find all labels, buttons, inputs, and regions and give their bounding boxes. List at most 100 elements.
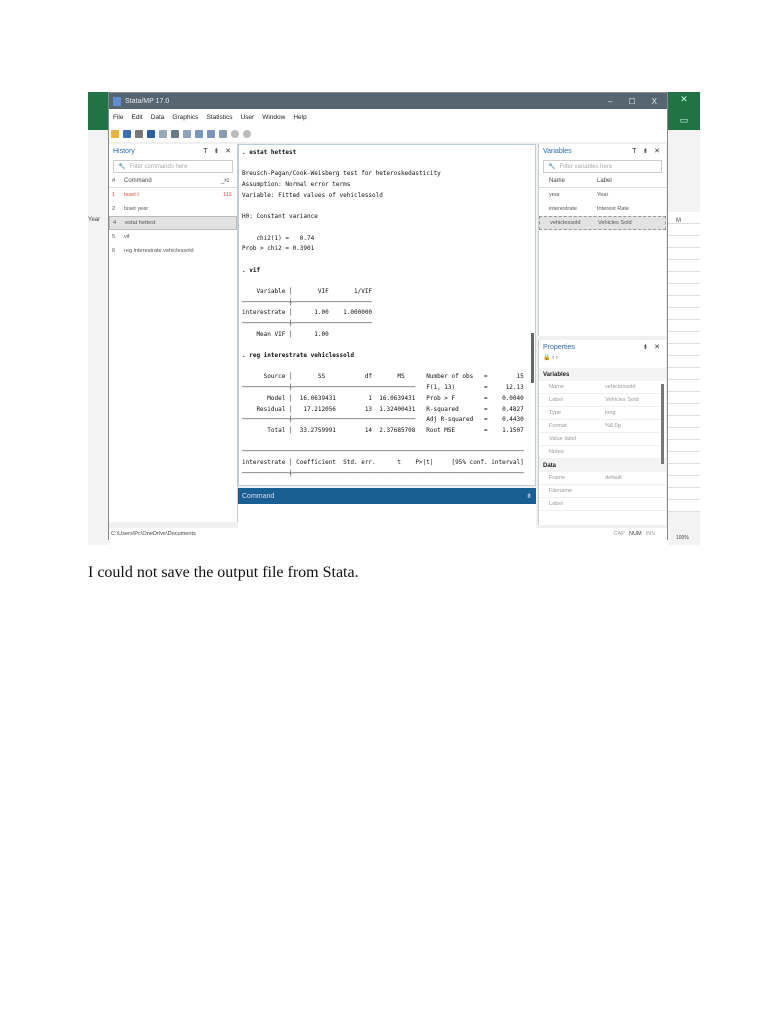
history-item-command: tsset year <box>124 206 149 212</box>
results-window: . estat hettest Breusch-Pagan/Cook-Weisbe… <box>238 144 536 486</box>
do-file-editor-icon[interactable] <box>183 130 191 138</box>
variable-name: interestrate <box>549 206 577 212</box>
history-item-number: 2 <box>112 206 116 212</box>
ins-indicator: INS <box>645 531 655 537</box>
pin-icon[interactable]: ⇟ <box>526 492 532 500</box>
num-indicator: NUM <box>628 531 642 537</box>
menu-file[interactable]: File <box>113 114 123 121</box>
log-icon[interactable] <box>147 130 155 138</box>
result-line: Breusch-Pagan/Cook-Weisberg test for het… <box>242 170 441 178</box>
save-icon[interactable] <box>123 130 131 138</box>
viewer-icon[interactable] <box>159 130 167 138</box>
property-row[interactable]: Name vehiclessold <box>539 381 666 394</box>
property-value: long <box>605 410 616 416</box>
history-title: History <box>113 147 135 155</box>
menu-user[interactable]: User <box>240 114 254 121</box>
property-row[interactable]: Notes <box>539 446 666 459</box>
property-row[interactable]: Value label <box>539 433 666 446</box>
column-num[interactable]: # <box>112 178 124 184</box>
excel-zoom: 100% <box>676 535 689 541</box>
print-icon[interactable] <box>135 130 143 138</box>
history-item[interactable]: 5 vif <box>109 230 237 244</box>
property-row[interactable]: Filename <box>539 485 666 498</box>
property-row[interactable]: Frame default <box>539 472 666 485</box>
more-icon[interactable] <box>231 130 239 138</box>
property-key: Value label <box>549 436 577 442</box>
menu-data[interactable]: Data <box>151 114 165 121</box>
menu-graphics[interactable]: Graphics <box>172 114 198 121</box>
command-title: Command <box>242 492 275 500</box>
toolbar <box>109 126 667 142</box>
property-key: Label <box>549 501 563 507</box>
variable-label: Vehicles Sold <box>598 220 632 226</box>
menu-edit[interactable]: Edit <box>131 114 142 121</box>
variable-row[interactable]: vehiclessold Vehicles Sold <box>539 216 666 230</box>
variables-panel-controls[interactable]: T ⇟ ✕ <box>632 147 662 155</box>
column-rc[interactable]: _rc <box>221 178 237 184</box>
properties-scrollbar[interactable] <box>661 384 664 464</box>
properties-panel-controls[interactable]: ⇟ ✕ <box>642 343 662 351</box>
menu-window[interactable]: Window <box>262 114 285 121</box>
history-item-command: estat hettest <box>125 220 156 226</box>
close-button[interactable]: X <box>652 97 657 106</box>
property-row[interactable]: Label <box>539 498 666 511</box>
properties-nav[interactable]: 🔒 ‹ › <box>539 354 666 368</box>
result-line: Variable: Fitted values of vehiclessold <box>242 191 383 199</box>
caption-text: I could not save the output file from St… <box>88 564 359 581</box>
result-line: . vif <box>242 266 261 274</box>
column-name[interactable]: Name <box>549 178 597 184</box>
result-line: Assumption: Normal error terms <box>242 181 351 189</box>
variables-panel: Variables T ⇟ ✕ 🔧 Filter variables here Na… <box>538 144 666 336</box>
variables-filter-input[interactable]: 🔧 Filter variables here <box>543 160 662 173</box>
graph-icon[interactable] <box>171 130 179 138</box>
column-command[interactable]: Command <box>124 178 221 184</box>
result-line <box>242 223 535 234</box>
property-row[interactable]: Label Vehicles Sold <box>539 394 666 407</box>
open-icon[interactable] <box>111 130 119 138</box>
property-value: vehiclessold <box>605 384 636 390</box>
excel-col-label: M <box>676 218 681 224</box>
result-line: Prob > chi2 = 0.3901 <box>242 245 315 253</box>
stata-window: Stata/MP 17.0 – ☐ X File Edit Data Graph… <box>108 92 668 540</box>
menu-help[interactable]: Help <box>293 114 306 121</box>
minimize-button[interactable]: – <box>608 97 612 106</box>
history-item[interactable]: 6 reg interestrate vehiclessold <box>109 244 237 258</box>
property-key: Label <box>549 397 563 403</box>
variable-label: Interest Rate <box>597 206 630 212</box>
history-item[interactable]: 2 tsset year <box>109 202 237 216</box>
section-name: Data <box>543 462 557 469</box>
result-line: H0: Constant variance <box>242 213 318 221</box>
result-line: Variable │ VIF 1/VIF <box>242 287 373 295</box>
data-editor-icon[interactable] <box>195 130 203 138</box>
property-key: Name <box>549 384 564 390</box>
history-item-rc: 111 <box>223 192 232 198</box>
break-icon[interactable] <box>243 130 251 138</box>
column-label[interactable]: Label <box>597 178 612 184</box>
data-browser-icon[interactable] <box>207 130 215 138</box>
properties-section-header[interactable]: Data <box>539 459 666 472</box>
variable-label: Year <box>597 192 609 198</box>
menu-statistics[interactable]: Statistics <box>206 114 232 121</box>
variables-manager-icon[interactable] <box>219 130 227 138</box>
result-line: interestrate │ 1.00 1.000000 <box>242 309 373 317</box>
result-line: ─────────────┼────────────────────── <box>242 320 373 327</box>
property-row[interactable]: Type long <box>539 407 666 420</box>
history-item[interactable]: 1 tsset t 111 <box>109 188 237 202</box>
property-row[interactable]: Format %8.0g <box>539 420 666 433</box>
history-item-number: 5 <box>112 234 116 240</box>
variable-row[interactable]: interestrate Interest Rate <box>539 202 666 216</box>
variables-title: Variables <box>543 147 572 155</box>
properties-panel: Properties ⇟ ✕ 🔒 ‹ › Variables Name vehicle… <box>538 340 666 525</box>
maximize-button[interactable]: ☐ <box>628 97 635 106</box>
history-item-command: tsset t <box>124 192 139 198</box>
history-filter-input[interactable]: 🔧 Filter commands here <box>113 160 233 173</box>
results-scrollbar[interactable] <box>531 333 534 383</box>
variable-row[interactable]: year Year <box>539 188 666 202</box>
history-item[interactable]: 4 estat hettest <box>109 216 237 230</box>
result-line <box>242 340 535 351</box>
properties-section-header[interactable]: Variables <box>539 368 666 381</box>
result-line: Mean VIF │ 1.00 <box>242 330 329 338</box>
history-panel-controls[interactable]: T ⇟ ✕ <box>203 147 233 155</box>
result-line <box>242 201 535 212</box>
command-input[interactable] <box>238 504 536 528</box>
